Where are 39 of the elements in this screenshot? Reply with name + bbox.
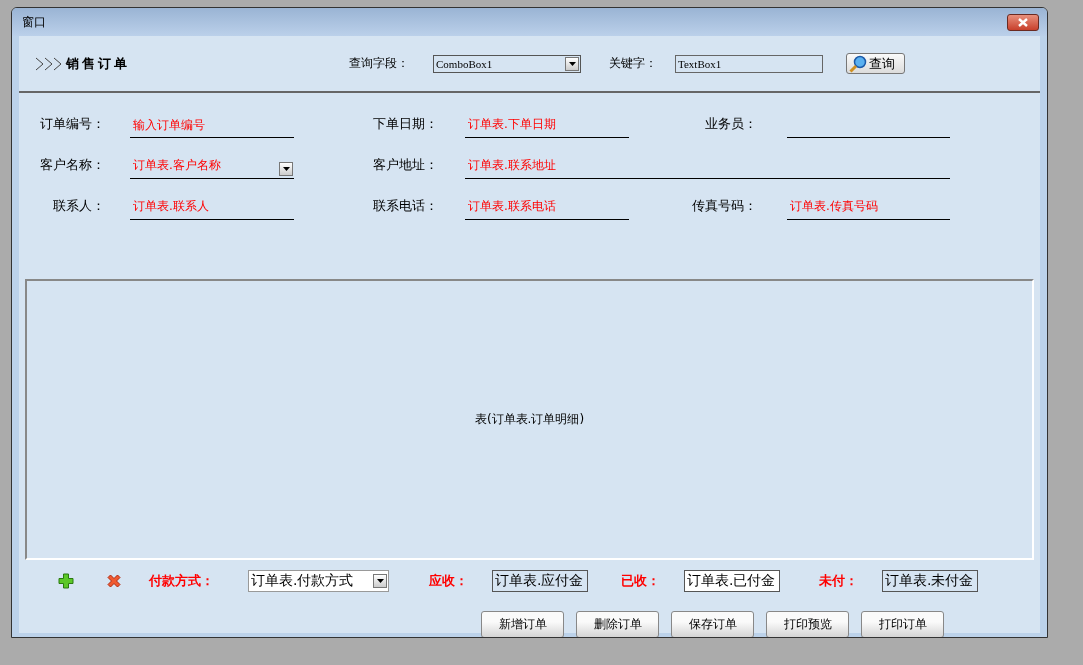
delete-icon[interactable] bbox=[106, 573, 122, 589]
close-icon bbox=[1017, 17, 1029, 27]
window-title: 窗口 bbox=[22, 13, 46, 31]
payment-method-label: 付款方式： bbox=[149, 572, 215, 590]
field-label: 联系人： bbox=[52, 197, 106, 215]
keyword-input[interactable]: TextBox1 bbox=[675, 54, 823, 73]
dropdown-icon bbox=[373, 574, 387, 588]
amount-label: 未付： bbox=[819, 572, 859, 590]
action-button[interactable]: 删除订单 bbox=[576, 611, 659, 637]
field-label: 传真号码： bbox=[691, 197, 758, 215]
payment-method-combo[interactable]: 订单表.付款方式 bbox=[248, 570, 389, 592]
grid-caption: 表(订单表.订单明细) bbox=[474, 411, 585, 428]
field-label: 联系电话： bbox=[373, 197, 439, 215]
field-label: 下单日期： bbox=[373, 115, 439, 133]
field-label: 客户名称： bbox=[39, 156, 106, 174]
add-icon[interactable] bbox=[58, 573, 74, 589]
dropdown-icon bbox=[279, 161, 293, 176]
action-button[interactable]: 新增订单 bbox=[481, 611, 564, 637]
amount-field[interactable]: 订单表.未付金 bbox=[882, 570, 978, 592]
data-grid[interactable]: 表(订单表.订单明细) bbox=[25, 279, 1034, 560]
field-label: 订单编号： bbox=[39, 115, 106, 133]
input-field[interactable]: 输入订单编号 bbox=[130, 112, 294, 138]
action-button[interactable]: 保存订单 bbox=[671, 611, 754, 637]
field-label: 业务员： bbox=[704, 115, 758, 133]
amount-field[interactable]: 订单表.已付金 bbox=[684, 570, 780, 592]
amount-label: 已收： bbox=[621, 572, 661, 590]
action-button[interactable]: 打印预览 bbox=[766, 611, 849, 637]
field-label: 客户地址： bbox=[373, 156, 439, 174]
dropdown-icon bbox=[565, 56, 579, 71]
query-field-label: 查询字段： bbox=[349, 55, 409, 72]
amount-field[interactable]: 订单表.应付金 bbox=[492, 570, 588, 592]
page-title: 销售订单 bbox=[66, 54, 131, 73]
close-button[interactable] bbox=[1007, 13, 1039, 31]
search-button[interactable]: 查询 bbox=[846, 53, 905, 74]
action-button[interactable]: 打印订单 bbox=[861, 611, 944, 637]
magnifier-icon bbox=[849, 54, 867, 73]
query-field-combo[interactable]: ComboBox1 bbox=[433, 54, 581, 73]
keyword-label: 关键字： bbox=[609, 55, 657, 72]
amount-label: 应收： bbox=[429, 572, 469, 590]
